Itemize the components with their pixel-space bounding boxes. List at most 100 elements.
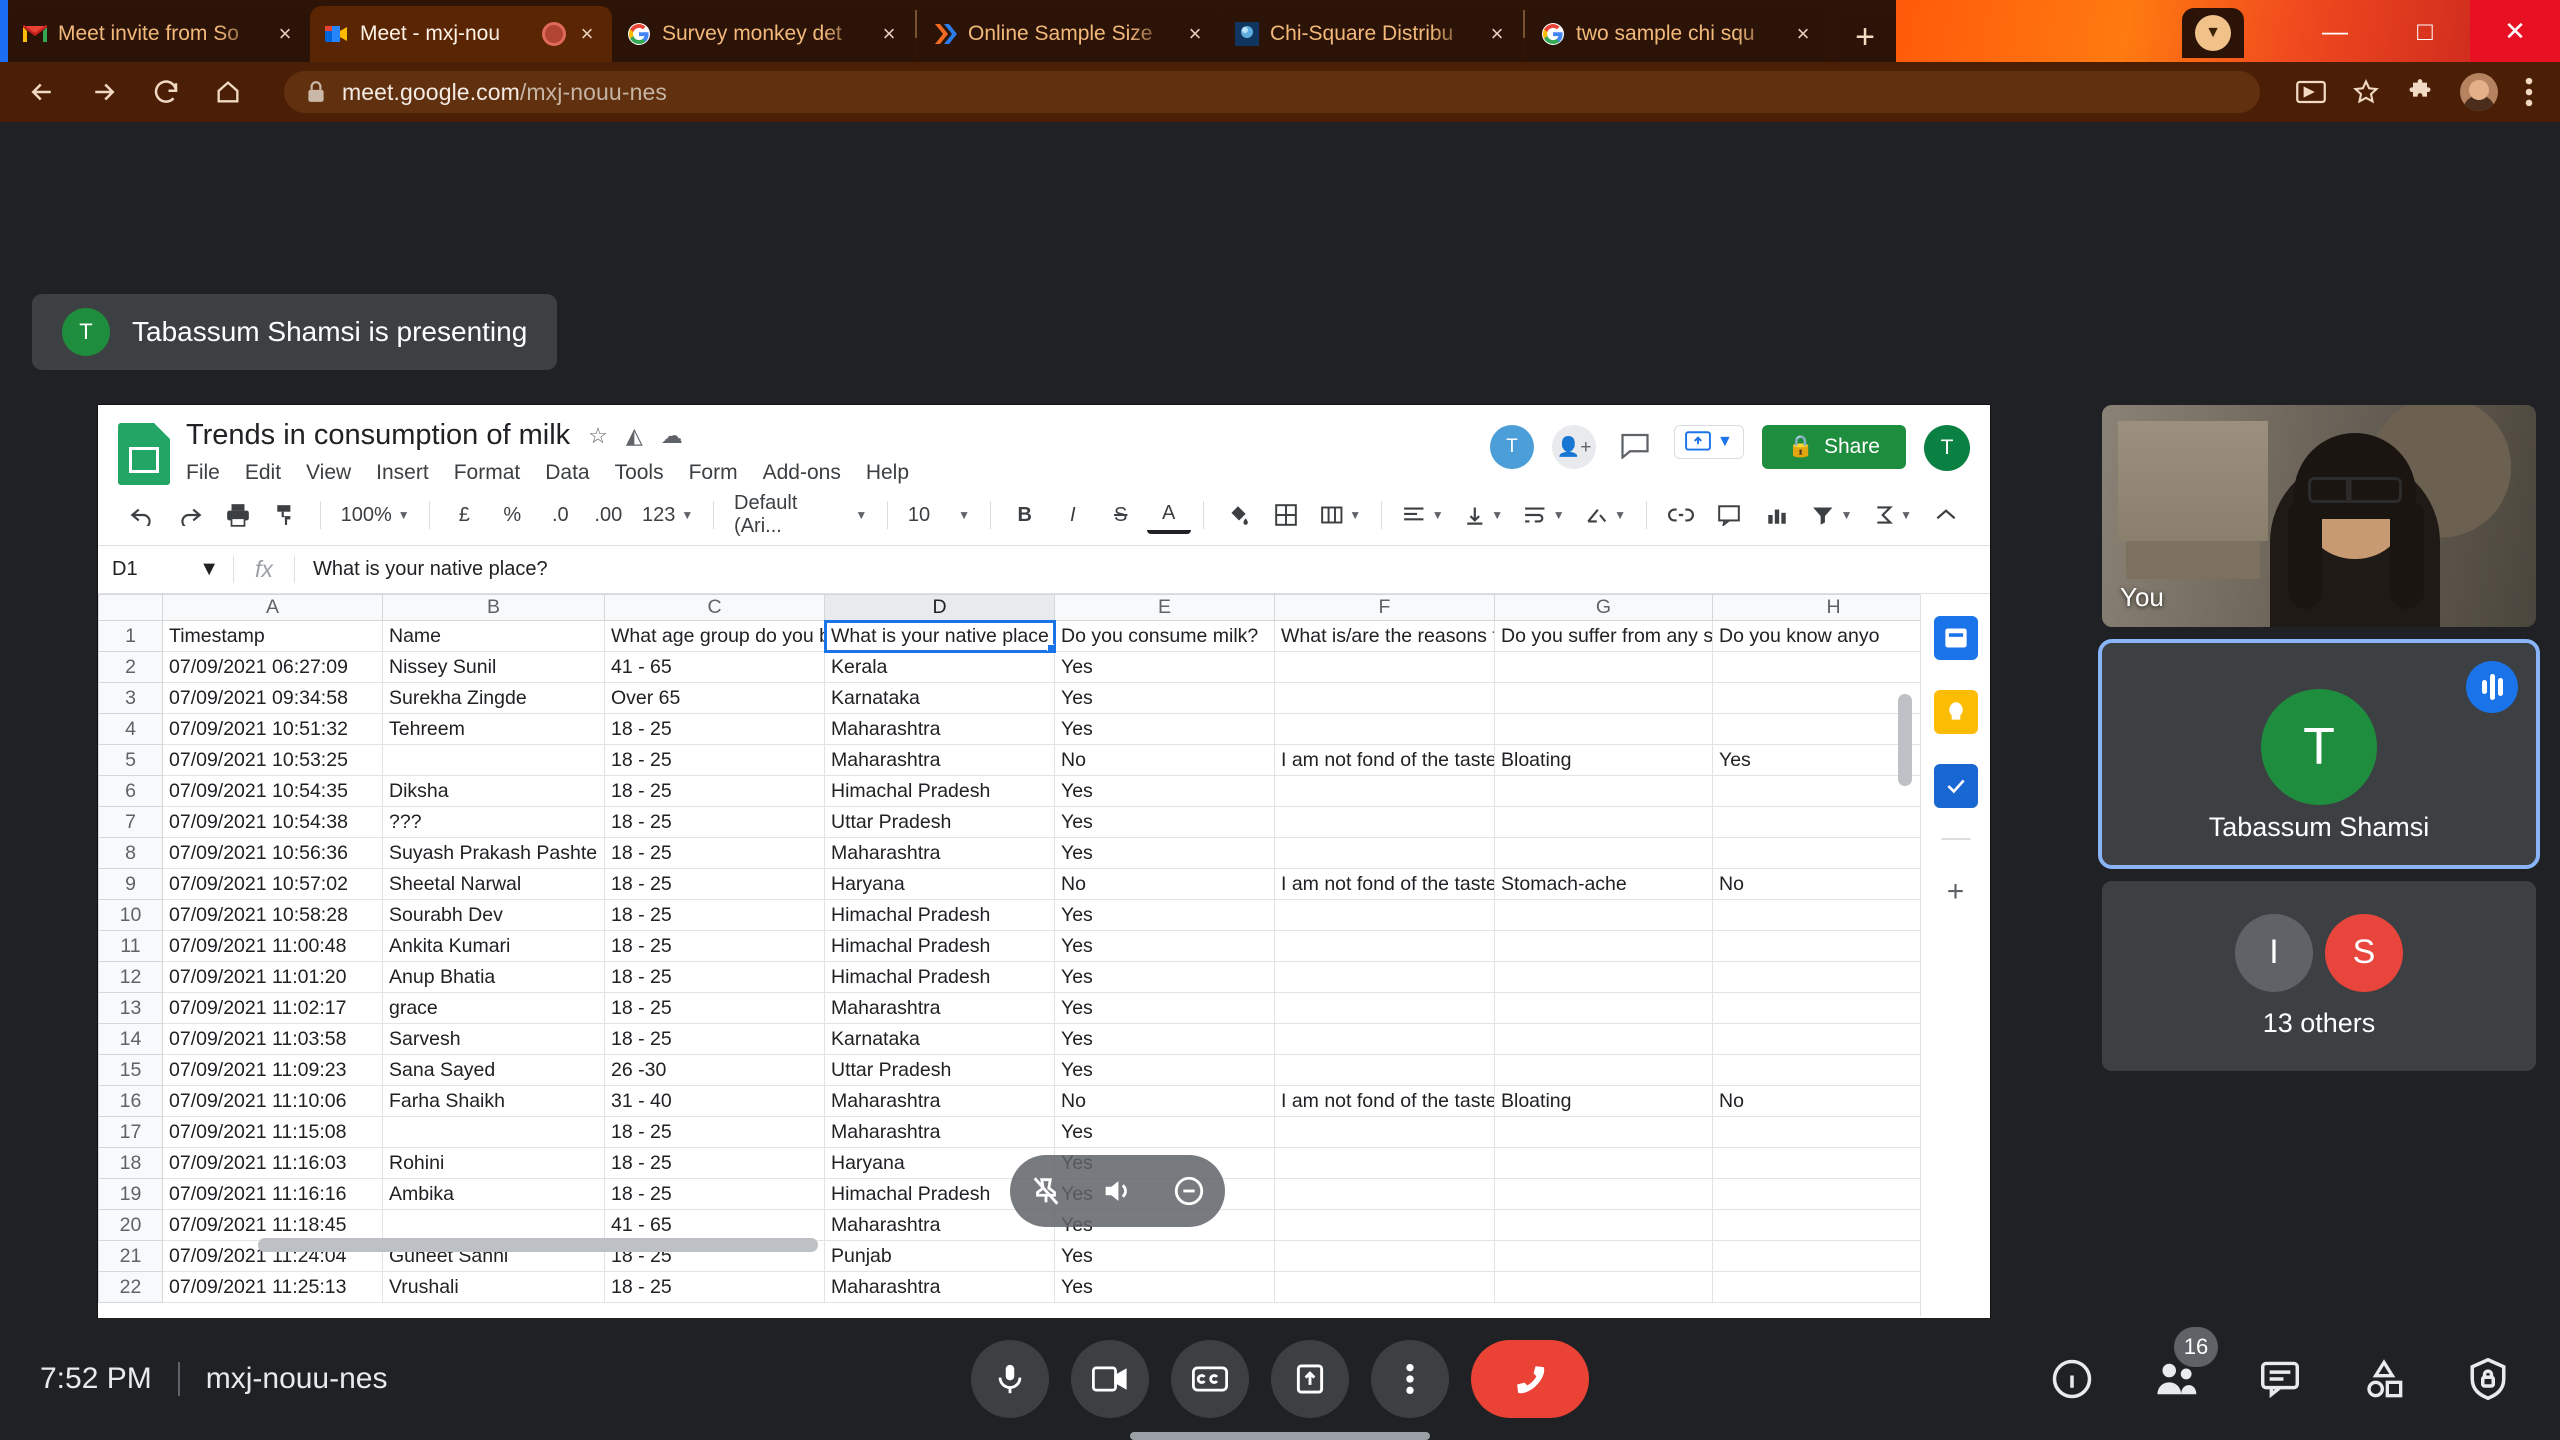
cell-b[interactable]	[382, 1116, 605, 1148]
cell-f[interactable]: I am not fond of the taste	[1274, 868, 1495, 900]
volume-icon[interactable]	[1094, 1168, 1140, 1214]
cell-a[interactable]: 07/09/2021 10:58:28	[162, 899, 383, 931]
table-row[interactable]: 17 07/09/2021 11:15:08 18 - 25 Maharashtra Y…	[98, 1116, 1955, 1148]
browser-tab-3[interactable]: Online Sample Size ×	[918, 6, 1220, 62]
cell-a[interactable]: 07/09/2021 09:34:58	[162, 682, 383, 714]
microphone-button[interactable]	[971, 1340, 1049, 1418]
cell-c[interactable]: 18 - 25	[604, 744, 825, 776]
document-title[interactable]: Trends in consumption of milk	[186, 419, 570, 452]
font-size-selector[interactable]: 10 ▼	[900, 493, 978, 537]
cell-e[interactable]: Yes	[1054, 899, 1275, 931]
cell-g[interactable]	[1494, 682, 1713, 714]
cell-f[interactable]	[1274, 961, 1495, 993]
row-number[interactable]: 8	[98, 837, 163, 869]
cell-e[interactable]: No	[1054, 868, 1275, 900]
decrease-decimal-button[interactable]: .0	[538, 493, 582, 537]
cell-f[interactable]	[1274, 899, 1495, 931]
menu-addons[interactable]: Add-ons	[763, 461, 841, 485]
table-row[interactable]: 9 07/09/2021 10:57:02 Sheetal Narwal 18 - 2…	[98, 868, 1955, 900]
cell-h[interactable]: No	[1712, 1085, 1955, 1117]
font-selector[interactable]: Default (Ari... ▼	[726, 492, 875, 537]
row-number[interactable]: 9	[98, 868, 163, 900]
cell-c[interactable]: 18 - 25	[604, 1271, 825, 1303]
column-header-b[interactable]: B	[382, 594, 605, 621]
redo-icon[interactable]	[168, 493, 212, 537]
more-options-button[interactable]	[1371, 1340, 1449, 1418]
cell-b[interactable]: Rohini	[382, 1147, 605, 1179]
cell-d[interactable]: Kerala	[824, 651, 1055, 683]
cell-b[interactable]: Sourabh Dev	[382, 899, 605, 931]
cell-h[interactable]	[1712, 1209, 1955, 1241]
column-header-f[interactable]: F	[1274, 594, 1495, 621]
get-addons-icon[interactable]: +	[1934, 870, 1978, 914]
table-row[interactable]: 13 07/09/2021 11:02:17 grace 18 - 25 Maharas…	[98, 992, 1955, 1024]
text-wrap-icon[interactable]: ▼	[1515, 493, 1572, 537]
cell-e[interactable]: Yes	[1054, 837, 1275, 869]
cell-a[interactable]: 07/09/2021 10:57:02	[162, 868, 383, 900]
cell-c[interactable]: 18 - 25	[604, 837, 825, 869]
cell-g1[interactable]: Do you suffer from any si	[1494, 620, 1713, 652]
tab-close-icon[interactable]: ×	[576, 21, 598, 47]
cell-g[interactable]	[1494, 1054, 1713, 1086]
vertical-align-icon[interactable]: ▼	[1456, 493, 1511, 537]
participant-tile-you[interactable]: You	[2102, 405, 2536, 627]
cell-h[interactable]	[1712, 1178, 1955, 1210]
cell-b[interactable]: Sarvesh	[382, 1023, 605, 1055]
cell-g[interactable]	[1494, 806, 1713, 838]
cell-h[interactable]	[1712, 1023, 1955, 1055]
home-button[interactable]	[208, 72, 248, 112]
cell-b[interactable]: Ambika	[382, 1178, 605, 1210]
presentation-stage[interactable]: Trends in consumption of milk ☆ ◭ ☁ File…	[98, 405, 1990, 1402]
row-number[interactable]: 10	[98, 899, 163, 931]
owner-avatar[interactable]: T	[1924, 425, 1970, 471]
cell-g[interactable]	[1494, 992, 1713, 1024]
back-button[interactable]	[22, 72, 62, 112]
cell-e[interactable]: Yes	[1054, 651, 1275, 683]
browser-menu-icon[interactable]	[2524, 77, 2534, 107]
cell-d[interactable]: Himachal Pradesh	[824, 930, 1055, 962]
cell-h[interactable]	[1712, 1054, 1955, 1086]
present-to-meeting-button[interactable]: ▼	[1673, 425, 1744, 459]
table-row[interactable]: 1 Timestamp Name What age group do you b…	[98, 619, 1955, 653]
cell-b[interactable]: Nissey Sunil	[382, 651, 605, 683]
row-number[interactable]: 1	[98, 620, 163, 652]
cell-h[interactable]	[1712, 651, 1955, 683]
row-number[interactable]: 21	[98, 1240, 163, 1272]
insert-chart-icon[interactable]	[1755, 493, 1799, 537]
row-number[interactable]: 14	[98, 1023, 163, 1055]
row-number[interactable]: 17	[98, 1116, 163, 1148]
forward-button[interactable]	[84, 72, 124, 112]
cell-e1[interactable]: Do you consume milk?	[1054, 620, 1275, 652]
table-row[interactable]: 14 07/09/2021 11:03:58 Sarvesh 18 - 25 Karna…	[98, 1023, 1955, 1055]
cell-f[interactable]: I am not fond of the taste	[1274, 1085, 1495, 1117]
cell-g[interactable]: Stomach-ache	[1494, 868, 1713, 900]
cell-a[interactable]: 07/09/2021 10:51:32	[162, 713, 383, 745]
chat-icon[interactable]	[2254, 1353, 2306, 1405]
other-participants-tile[interactable]: I S 13 others	[2102, 881, 2536, 1071]
cell-d[interactable]: Himachal Pradesh	[824, 775, 1055, 807]
cell-e[interactable]: Yes	[1054, 1116, 1275, 1148]
leave-call-button[interactable]	[1471, 1340, 1589, 1418]
cell-c[interactable]: 41 - 65	[604, 651, 825, 683]
tab-close-icon[interactable]: ×	[1486, 21, 1508, 47]
cell-e[interactable]: Yes	[1054, 713, 1275, 745]
cell-c[interactable]: 18 - 25	[604, 713, 825, 745]
cell-d1[interactable]: What is your native place	[823, 619, 1056, 653]
cell-f[interactable]	[1274, 1209, 1495, 1241]
cell-h[interactable]	[1712, 930, 1955, 962]
cell-c[interactable]: 18 - 25	[604, 992, 825, 1024]
cell-a[interactable]: 07/09/2021 11:01:20	[162, 961, 383, 993]
cell-f[interactable]	[1274, 1023, 1495, 1055]
cell-d[interactable]: Uttar Pradesh	[824, 806, 1055, 838]
cell-a[interactable]: 07/09/2021 11:09:23	[162, 1054, 383, 1086]
cell-b[interactable]	[382, 744, 605, 776]
cell-d[interactable]: Himachal Pradesh	[824, 961, 1055, 993]
row-number[interactable]: 22	[98, 1271, 163, 1303]
cell-g[interactable]: Bloating	[1494, 1085, 1713, 1117]
cell-g[interactable]	[1494, 1147, 1713, 1179]
strikethrough-button[interactable]: S	[1099, 493, 1143, 537]
row-number[interactable]: 7	[98, 806, 163, 838]
pin-off-icon[interactable]	[1023, 1168, 1069, 1214]
cell-f[interactable]: I am not fond of the taste	[1274, 744, 1495, 776]
row-number[interactable]: 6	[98, 775, 163, 807]
